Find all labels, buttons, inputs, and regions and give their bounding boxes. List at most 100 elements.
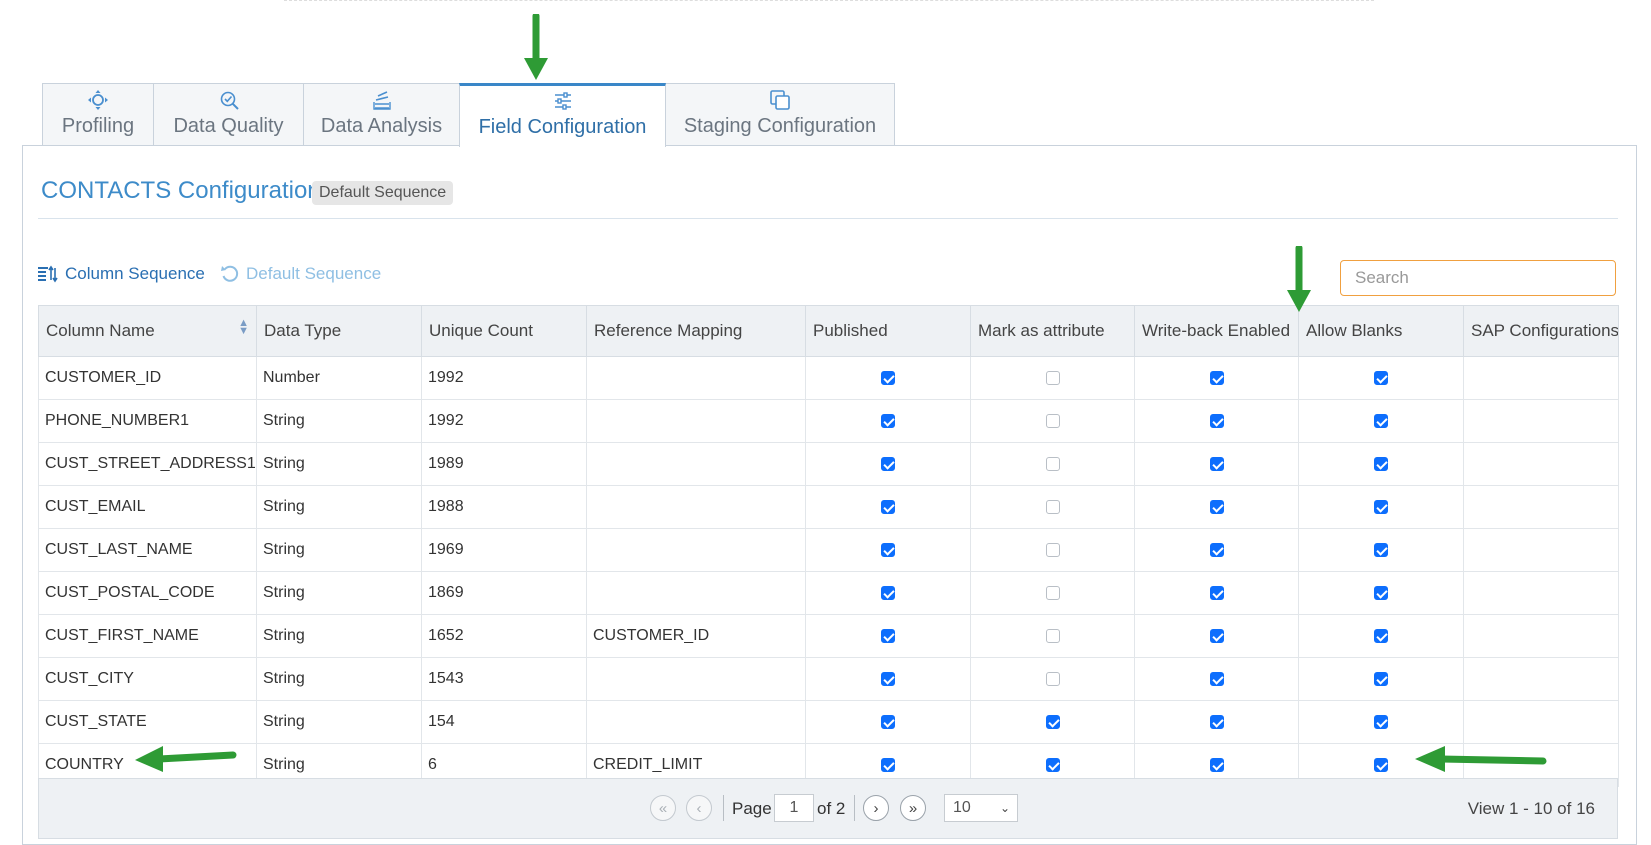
published-checkbox[interactable] — [881, 413, 895, 428]
published-checkbox[interactable] — [881, 714, 895, 729]
default-sequence-button[interactable]: Default Sequence — [220, 264, 381, 284]
double-chevron-left-icon: « — [658, 799, 668, 817]
mark-as-attribute-checkbox[interactable] — [1045, 456, 1060, 471]
next-page-button[interactable]: › — [863, 795, 889, 821]
prev-page-button[interactable]: ‹ — [686, 795, 712, 821]
write-back-enabled-cell — [1134, 657, 1299, 701]
column-name-cell: CUSTOMER_ID — [38, 356, 257, 400]
write-back-enabled-checkbox[interactable] — [1209, 413, 1224, 428]
field-config-table: Column Name ▲ ▼ Data Type Unique Count Re… — [38, 305, 1619, 787]
unique-count-cell: 1543 — [421, 657, 587, 701]
column-header-mark-as-attribute[interactable]: Mark as attribute — [970, 305, 1135, 357]
sap-configurations-cell — [1463, 700, 1619, 744]
allow-blanks-checkbox[interactable] — [1374, 456, 1388, 471]
tab-profiling[interactable]: Profiling — [42, 83, 154, 146]
search-input[interactable] — [1340, 260, 1616, 296]
first-page-button[interactable]: « — [650, 795, 676, 821]
page-number-input[interactable] — [774, 794, 814, 822]
sap-configurations-cell — [1463, 442, 1619, 486]
tab-label: Field Configuration — [478, 116, 647, 138]
page-size-select[interactable]: 10 ⌄ — [944, 794, 1018, 822]
reference-mapping-cell — [586, 528, 806, 572]
mark-as-attribute-checkbox[interactable] — [1045, 757, 1060, 772]
table-row: CUST_POSTAL_CODE String 1869 — [38, 571, 1619, 615]
sap-configurations-cell — [1463, 356, 1619, 400]
write-back-enabled-checkbox[interactable] — [1209, 370, 1224, 385]
table-body: CUSTOMER_ID Number 1992 PHONE_NUMBER1 String… — [38, 356, 1619, 787]
write-back-enabled-checkbox[interactable] — [1209, 671, 1224, 686]
column-name-cell: CUST_EMAIL — [38, 485, 257, 529]
sort-icon[interactable]: ▲ ▼ — [238, 318, 249, 337]
published-checkbox[interactable] — [881, 456, 895, 471]
published-cell — [805, 485, 971, 529]
sliders-icon — [554, 92, 571, 110]
tab-data-analysis[interactable]: Data Analysis — [303, 83, 460, 146]
mark-as-attribute-checkbox[interactable] — [1045, 585, 1060, 600]
published-checkbox[interactable] — [881, 585, 895, 600]
column-name-cell: CUST_CITY — [38, 657, 257, 701]
top-divider — [284, 0, 1374, 1]
mark-as-attribute-checkbox[interactable] — [1045, 542, 1060, 557]
column-header-reference-mapping[interactable]: Reference Mapping — [586, 305, 806, 357]
default-sequence-label: Default Sequence — [246, 264, 382, 283]
column-header-data-type[interactable]: Data Type — [256, 305, 422, 357]
write-back-enabled-checkbox[interactable] — [1209, 456, 1224, 471]
published-checkbox[interactable] — [881, 542, 895, 557]
magnifier-check-icon — [220, 91, 239, 110]
allow-blanks-cell — [1298, 399, 1464, 443]
allow-blanks-checkbox[interactable] — [1374, 499, 1388, 514]
write-back-enabled-checkbox[interactable] — [1209, 542, 1224, 557]
published-cell — [805, 614, 971, 658]
mark-as-attribute-cell — [970, 442, 1135, 486]
column-header-column-name[interactable]: Column Name ▲ ▼ — [38, 305, 257, 357]
allow-blanks-checkbox[interactable] — [1374, 542, 1388, 557]
published-checkbox[interactable] — [881, 671, 895, 686]
mark-as-attribute-checkbox[interactable] — [1045, 499, 1060, 514]
unique-count-cell: 1992 — [421, 399, 587, 443]
table-row: CUST_EMAIL String 1988 — [38, 485, 1619, 529]
write-back-enabled-checkbox[interactable] — [1209, 628, 1224, 643]
column-header-allow-blanks[interactable]: Allow Blanks — [1298, 305, 1464, 357]
tab-data-quality[interactable]: Data Quality — [153, 83, 304, 146]
mark-as-attribute-checkbox[interactable] — [1045, 370, 1060, 385]
tab-staging-configuration[interactable]: Staging Configuration — [665, 83, 895, 146]
mark-as-attribute-checkbox[interactable] — [1045, 413, 1060, 428]
crosshair-icon — [88, 90, 108, 110]
mark-as-attribute-checkbox[interactable] — [1045, 671, 1060, 686]
data-type-cell: String — [256, 614, 422, 658]
mark-as-attribute-checkbox[interactable] — [1045, 628, 1060, 643]
write-back-enabled-checkbox[interactable] — [1209, 585, 1224, 600]
tab-field-configuration[interactable]: Field Configuration — [459, 83, 666, 147]
table-row: CUST_STREET_ADDRESS1 String 1989 — [38, 442, 1619, 486]
allow-blanks-checkbox[interactable] — [1374, 413, 1388, 428]
allow-blanks-checkbox[interactable] — [1374, 370, 1388, 385]
mark-as-attribute-checkbox[interactable] — [1045, 714, 1060, 729]
allow-blanks-cell — [1298, 700, 1464, 744]
stack-icon — [372, 91, 391, 110]
page-size-value: 10 — [953, 799, 971, 816]
table-row: CUST_STATE String 154 — [38, 700, 1619, 744]
chevron-left-icon: ‹ — [696, 799, 702, 817]
published-checkbox[interactable] — [881, 628, 895, 643]
column-header-sap-configurations[interactable]: SAP Configurations — [1463, 305, 1619, 357]
reference-mapping-cell — [586, 399, 806, 443]
pager-separator — [854, 795, 855, 821]
write-back-enabled-checkbox[interactable] — [1209, 499, 1224, 514]
allow-blanks-checkbox[interactable] — [1374, 757, 1388, 772]
column-sequence-button[interactable]: Column Sequence — [37, 264, 205, 284]
write-back-enabled-checkbox[interactable] — [1209, 714, 1224, 729]
allow-blanks-checkbox[interactable] — [1374, 671, 1388, 686]
last-page-button[interactable]: » — [900, 795, 926, 821]
published-checkbox[interactable] — [881, 757, 895, 772]
published-checkbox[interactable] — [881, 370, 895, 385]
published-checkbox[interactable] — [881, 499, 895, 514]
column-header-published[interactable]: Published — [805, 305, 971, 357]
column-header-unique-count[interactable]: Unique Count — [421, 305, 587, 357]
column-name-cell: CUST_STREET_ADDRESS1 — [38, 442, 257, 486]
allow-blanks-checkbox[interactable] — [1374, 585, 1388, 600]
column-header-write-back-enabled[interactable]: Write-back Enabled — [1134, 305, 1299, 357]
published-cell — [805, 528, 971, 572]
allow-blanks-checkbox[interactable] — [1374, 714, 1388, 729]
write-back-enabled-checkbox[interactable] — [1209, 757, 1224, 772]
allow-blanks-checkbox[interactable] — [1374, 628, 1388, 643]
